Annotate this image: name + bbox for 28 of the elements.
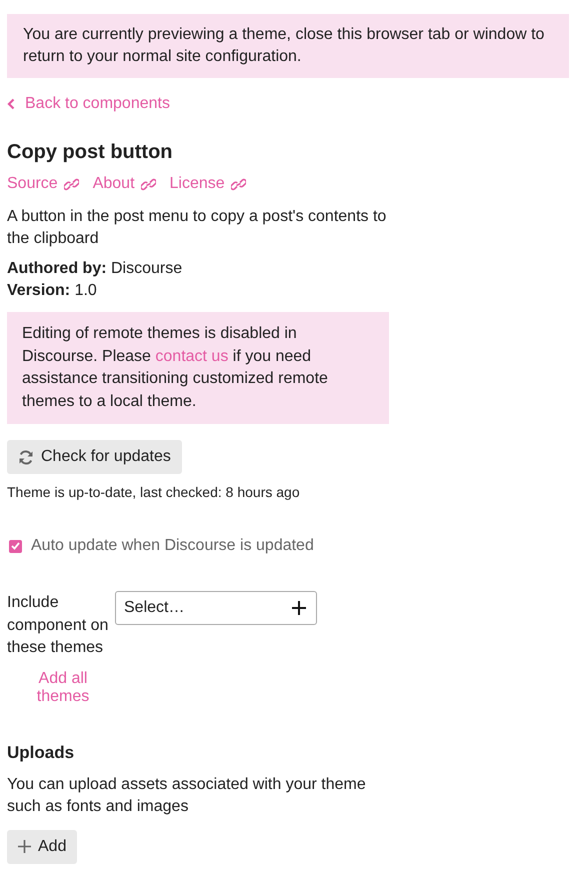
add-button[interactable]: Add [7, 830, 78, 864]
meta-info: Version: 1.0 [7, 281, 98, 301]
check-updates-button[interactable]: Check for updates [7, 440, 182, 474]
contact-link[interactable]: contact us [155, 348, 228, 364]
remote-notice: Editing of remote themes is disabled in Discourse. Please contact us if you need assistance transitioning customized remote themes to a local theme. [7, 312, 389, 424]
link-icon [230, 178, 246, 190]
description: A button in the post menu to copy a post's contents to the clipboard [7, 207, 388, 249]
link-icon [64, 178, 79, 190]
plus-icon [18, 840, 31, 853]
update-status: Theme is up-to-date, last checked: 8 hours ago [7, 484, 301, 501]
meta-info: Authored by: Discourse [7, 259, 184, 279]
chevron-left-icon [7, 98, 15, 110]
refresh-icon [18, 450, 34, 464]
external-link[interactable]: About [92, 174, 156, 194]
link-icon [140, 178, 156, 190]
page-title: Copy post button [7, 140, 174, 164]
checkbox[interactable] [9, 540, 22, 552]
external-link[interactable]: License [170, 174, 246, 194]
theme-select[interactable]: Select… [115, 591, 317, 625]
add-all-themes-link[interactable]: Add all themes [7, 670, 115, 706]
uploads-description: You can upload assets associated with your theme such as fonts and images [7, 774, 367, 816]
plus-icon [292, 601, 306, 615]
preview-banner: You are currently previewing a theme, close this browser tab or window to return to your normal site configuration. [7, 14, 569, 78]
field-label: Include component on these themes [7, 593, 110, 658]
external-link[interactable]: Source [7, 174, 79, 194]
checkbox-label: Auto update when Discourse is updated [31, 536, 314, 556]
back-link[interactable]: Back to components [7, 94, 170, 114]
section-title: Uploads [7, 742, 76, 764]
